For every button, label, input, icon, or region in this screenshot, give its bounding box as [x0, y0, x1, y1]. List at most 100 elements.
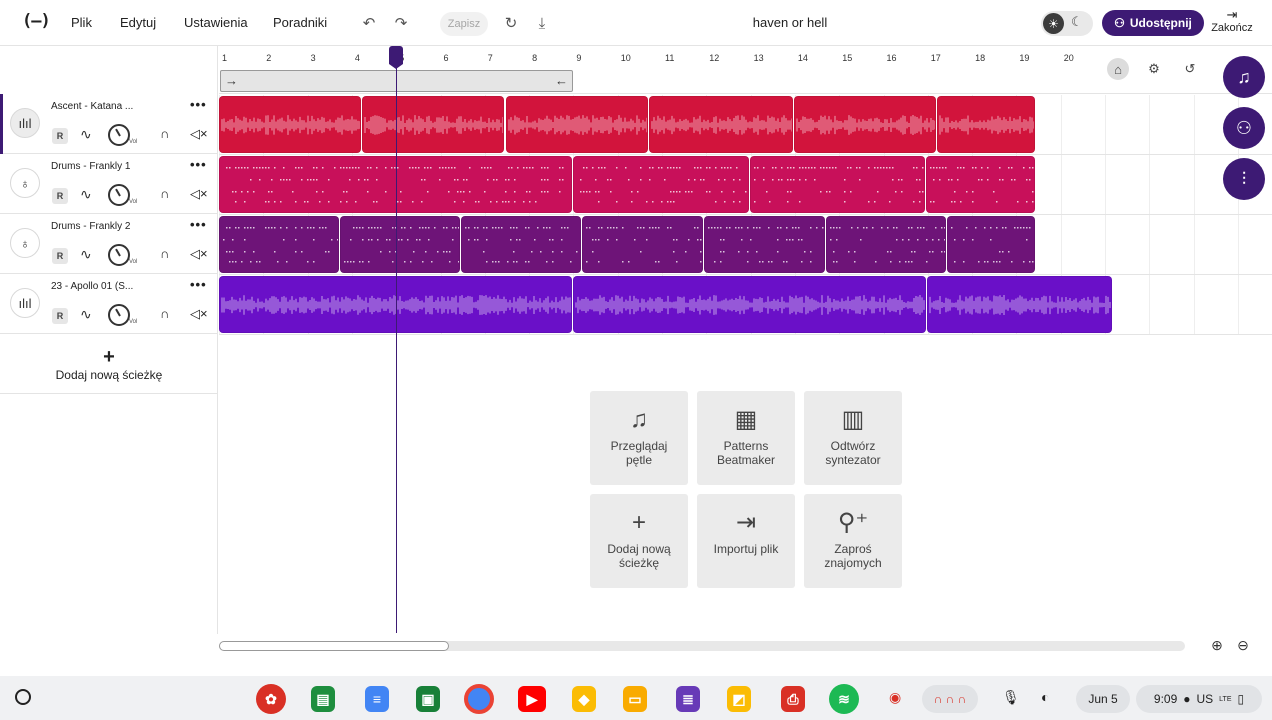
share-button[interactable]: ⚇ Udostępnij [1102, 10, 1204, 36]
record-arm-button[interactable]: R [52, 248, 68, 264]
menu-edit[interactable]: Edytuj [120, 15, 156, 30]
horizontal-scrollbar[interactable] [219, 641, 1185, 651]
spotify-app-icon[interactable]: ≋ [829, 684, 859, 714]
browse-loops-tile[interactable]: ♫ Przeglądaj pętle [590, 391, 688, 485]
automation-icon[interactable]: ∿ [80, 246, 92, 263]
audio-clip[interactable] [649, 96, 793, 153]
scrollbar-thumb[interactable] [219, 641, 449, 651]
microphone-icon[interactable]: 🎙 [1002, 689, 1020, 706]
redo-icon[interactable]: ↷ [390, 12, 412, 34]
add-track-button[interactable]: + Dodaj nową ścieżkę [0, 334, 218, 394]
audio-devices-icon[interactable]: ∩ ∩ ∩ [922, 685, 978, 713]
menu-tutorials[interactable]: Poradniki [273, 15, 327, 30]
mute-icon[interactable]: ◁× [190, 306, 208, 322]
audio-clip[interactable] [573, 156, 749, 213]
loop-toggle-icon[interactable]: ↺ [1179, 58, 1201, 80]
youtube-app-icon[interactable]: ▶ [518, 686, 546, 712]
chrome-app-icon[interactable] [464, 684, 494, 714]
audio-clip[interactable] [750, 156, 925, 213]
keep-app-icon[interactable]: ◆ [572, 686, 596, 712]
audio-clip[interactable] [794, 96, 936, 153]
audio-clip[interactable] [219, 216, 339, 273]
audio-clip[interactable] [461, 216, 581, 273]
track-header[interactable]: ♁ Drums - Frankly 2 ••• R ∿ Vol ∩ ◁× [0, 214, 218, 274]
collaborators-fab[interactable]: ⚇ [1223, 107, 1265, 149]
track-name[interactable]: 23 - Apollo 01 (S... [51, 281, 151, 292]
more-options-icon[interactable]: ••• [190, 97, 207, 112]
record-arm-button[interactable]: R [52, 188, 68, 204]
loop-start-arrow-icon[interactable]: → [225, 73, 238, 88]
loop-end-arrow-icon[interactable]: ← [555, 73, 568, 88]
beatmaker-tile[interactable]: ▦ Patterns Beatmaker [697, 391, 795, 485]
solo-headphones-icon[interactable]: ∩ [160, 126, 169, 141]
solo-headphones-icon[interactable]: ∩ [160, 246, 169, 261]
automation-icon[interactable]: ∿ [80, 306, 92, 323]
project-title[interactable]: haven or hell [690, 15, 890, 30]
zoom-in-icon[interactable]: ⊕ [1208, 636, 1226, 654]
audio-clip[interactable] [506, 96, 648, 153]
invite-friends-tile[interactable]: ⚲⁺ Zaproś znajomych [804, 494, 902, 588]
audio-clip[interactable] [340, 216, 460, 273]
app-logo[interactable]: (—) [22, 11, 51, 31]
solo-headphones-icon[interactable]: ∩ [160, 306, 169, 321]
refresh-icon[interactable]: ↻ [500, 12, 522, 34]
audio-clip[interactable] [582, 216, 703, 273]
files-app-icon[interactable]: ◩ [727, 686, 751, 712]
audio-clip[interactable] [704, 216, 825, 273]
date-pill[interactable]: Jun 5 [1076, 685, 1130, 713]
theme-toggle[interactable]: ☀ ☾ [1041, 11, 1093, 36]
classroom-app-icon[interactable]: ▤ [311, 686, 335, 712]
mute-icon[interactable]: ◁× [190, 246, 208, 262]
add-track-tile[interactable]: + Dodaj nową ścieżkę [590, 494, 688, 588]
playhead-line[interactable] [396, 46, 397, 633]
audio-clip[interactable] [826, 216, 946, 273]
loops-browser-fab[interactable]: ♫ [1223, 56, 1265, 98]
track-name[interactable]: Drums - Frankly 1 [51, 161, 151, 172]
screen-record-icon[interactable]: ◉ [889, 689, 901, 706]
track-name[interactable]: Drums - Frankly 2 [51, 221, 151, 232]
classroom-green-app-icon[interactable]: ▣ [416, 686, 440, 712]
volume-knob[interactable] [108, 124, 130, 146]
mute-icon[interactable]: ◁× [190, 126, 208, 142]
timeline-ruler[interactable]: 1234567891011121314151617181920 → ← ⌂ ⚙ … [219, 46, 1272, 94]
volume-knob[interactable] [108, 244, 130, 266]
slides-app-icon[interactable]: ▭ [623, 686, 647, 712]
audio-clip[interactable] [219, 96, 361, 153]
menu-settings[interactable]: Ustawienia [184, 15, 248, 30]
record-arm-button[interactable]: R [52, 128, 68, 144]
volume-knob[interactable] [108, 184, 130, 206]
download-icon[interactable]: ⤓ [531, 12, 553, 34]
track-header[interactable]: ♁ Drums - Frankly 1 ••• R ∿ Vol ∩ ◁× [0, 154, 218, 214]
synth-tile[interactable]: ▥ Odtwórz syntezator [804, 391, 902, 485]
audio-clip[interactable] [927, 276, 1112, 333]
more-options-icon[interactable]: ••• [190, 277, 207, 292]
audio-clip[interactable] [926, 156, 1035, 213]
launcher-icon[interactable] [15, 689, 31, 705]
status-area[interactable]: 9:09 ● US LTE ▯ [1136, 685, 1262, 713]
more-options-icon[interactable]: ••• [190, 157, 207, 172]
track-name[interactable]: Ascent - Katana ... [51, 101, 151, 112]
audio-clip[interactable] [937, 96, 1035, 153]
zoom-out-icon[interactable]: ⊖ [1234, 636, 1252, 654]
mixer-fab[interactable]: ⫶ [1223, 158, 1265, 200]
palette-app-icon[interactable]: ✿ [256, 684, 286, 714]
track-header[interactable]: ılıl 23 - Apollo 01 (S... ••• R ∿ Vol ∩ … [0, 274, 218, 334]
record-arm-button[interactable]: R [52, 308, 68, 324]
save-button[interactable]: Zapisz [440, 12, 488, 36]
undo-icon[interactable]: ↶ [358, 12, 380, 34]
more-options-icon[interactable]: ••• [190, 217, 207, 232]
pdf-app-icon[interactable]: ⎙ [781, 686, 805, 712]
audio-clip[interactable] [573, 276, 926, 333]
exit-button[interactable]: ⇥ Zakończ [1206, 8, 1258, 35]
import-file-tile[interactable]: ⇥ Importuj plik [697, 494, 795, 588]
volume-knob[interactable] [108, 304, 130, 326]
track-header[interactable]: ılıl Ascent - Katana ... ••• R ∿ Vol ∩ ◁… [0, 94, 218, 154]
mute-icon[interactable]: ◁× [190, 186, 208, 202]
menu-file[interactable]: Plik [71, 15, 92, 30]
settings-gear-icon[interactable]: ⚙ [1143, 58, 1165, 80]
assistant-icon[interactable]: ◐ [1041, 689, 1049, 705]
metronome-icon[interactable]: ⌂ [1107, 58, 1129, 80]
audio-clip[interactable] [362, 96, 504, 153]
audio-clip[interactable] [947, 216, 1035, 273]
automation-icon[interactable]: ∿ [80, 126, 92, 143]
